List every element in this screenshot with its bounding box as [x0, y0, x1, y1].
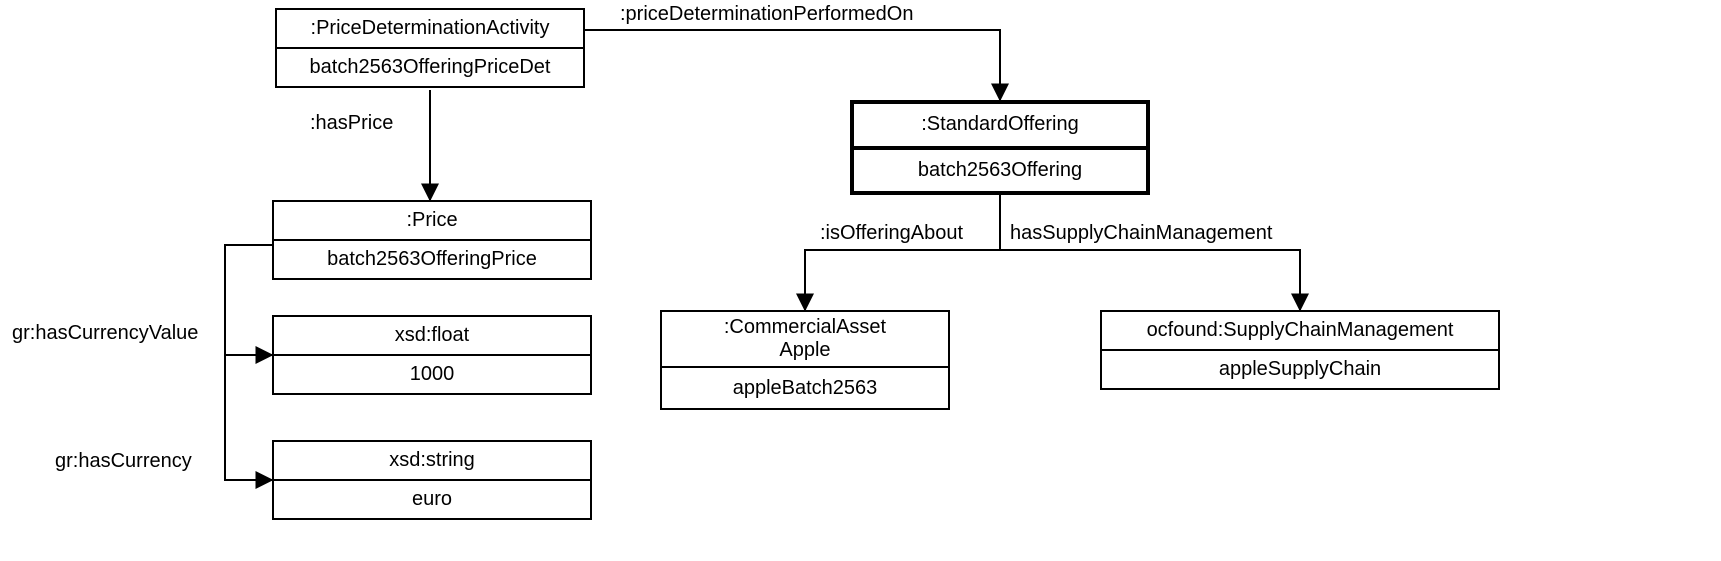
instance-label: batch2563OfferingPrice — [274, 239, 590, 278]
diagram-canvas: :hasPrice :priceDeterminationPerformedOn… — [0, 0, 1721, 561]
node-standardOffering: :StandardOffering batch2563Offering — [850, 100, 1150, 195]
value-label: euro — [274, 479, 590, 518]
edge-priceDeterminationPerformedOn — [585, 30, 1000, 100]
type-label: :PriceDeterminationActivity — [277, 10, 583, 47]
instance-label: batch2563Offering — [854, 146, 1146, 192]
edge-hasSupplyChain — [1000, 195, 1300, 310]
instance-label: batch2563OfferingPriceDet — [277, 47, 583, 86]
type-label: :CommercialAsset Apple — [662, 312, 948, 366]
type-label: xsd:float — [274, 317, 590, 354]
node-commercialAsset: :CommercialAsset Apple appleBatch2563 — [660, 310, 950, 410]
node-priceDeterminationActivity: :PriceDeterminationActivity batch2563Off… — [275, 8, 585, 88]
node-supplyChainManagement: ocfound:SupplyChainManagement appleSuppl… — [1100, 310, 1500, 390]
node-price: :Price batch2563OfferingPrice — [272, 200, 592, 280]
edge-isOfferingAbout — [805, 195, 1000, 310]
label-hasCurrencyValue: gr:hasCurrencyValue — [12, 322, 198, 345]
instance-label: appleBatch2563 — [662, 366, 948, 408]
type-label: ocfound:SupplyChainManagement — [1102, 312, 1498, 349]
edge-hasCurrencyValue — [225, 245, 272, 355]
label-priceDetPerformedOn: :priceDeterminationPerformedOn — [620, 3, 913, 26]
value-label: 1000 — [274, 354, 590, 393]
label-isOfferingAbout: :isOfferingAbout — [820, 222, 963, 245]
type-label: :StandardOffering — [854, 104, 1146, 146]
node-currency: xsd:string euro — [272, 440, 592, 520]
node-currencyValue: xsd:float 1000 — [272, 315, 592, 395]
label-hasSupplyChain: hasSupplyChainManagement — [1010, 222, 1272, 245]
type-label: :Price — [274, 202, 590, 239]
label-hasPrice: :hasPrice — [310, 112, 393, 135]
type-label: xsd:string — [274, 442, 590, 479]
instance-label: appleSupplyChain — [1102, 349, 1498, 388]
label-hasCurrency: gr:hasCurrency — [55, 450, 192, 473]
edge-hasCurrency — [225, 355, 272, 480]
edges-layer — [0, 0, 1721, 561]
